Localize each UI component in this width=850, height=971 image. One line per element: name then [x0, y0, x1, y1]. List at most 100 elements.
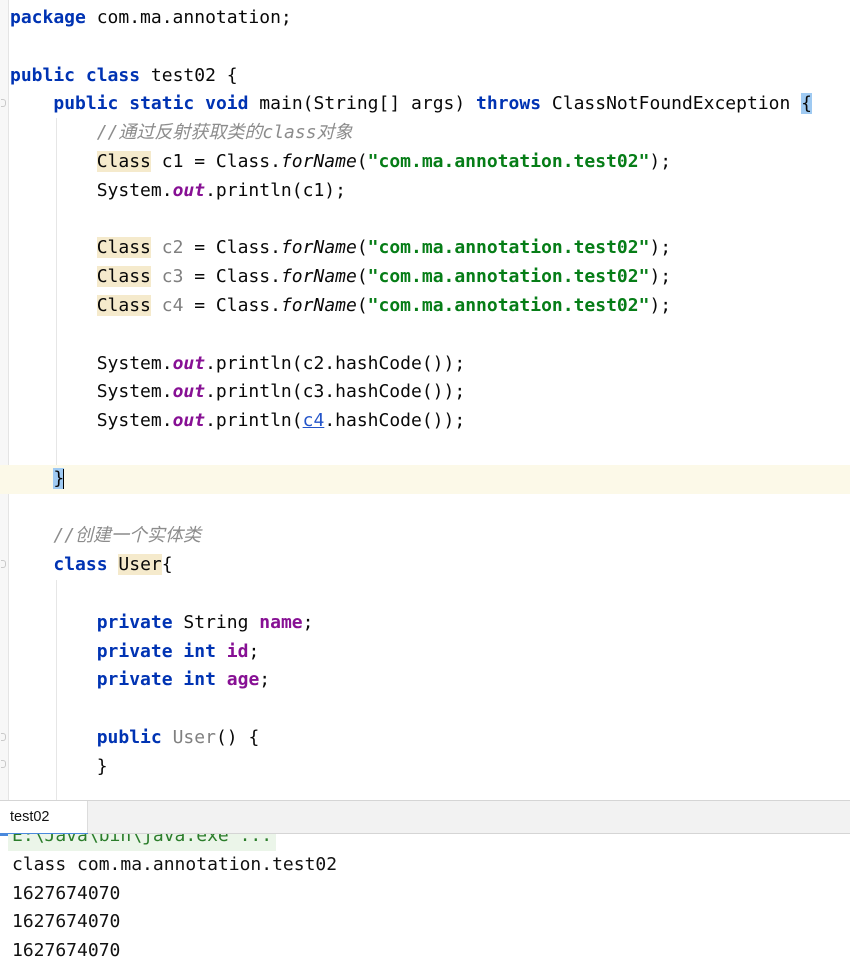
code-token: = Class.: [183, 266, 281, 288]
code-line[interactable]: [0, 321, 850, 350]
code-token: System.: [10, 410, 173, 432]
code-line[interactable]: [0, 206, 850, 235]
code-line[interactable]: }: [0, 753, 850, 782]
code-token: forName: [280, 151, 357, 172]
code-line[interactable]: System.out.println(c3.hashCode());: [0, 378, 850, 407]
code-token: c1 = Class.: [150, 151, 281, 172]
code-token: out: [172, 410, 206, 432]
code-token: test02 {: [140, 64, 238, 86]
code-line[interactable]: package com.ma.annotation;: [0, 4, 850, 33]
console-output-line: 1627674070: [12, 882, 121, 904]
code-token: class: [85, 64, 141, 86]
code-line[interactable]: }: [0, 464, 850, 494]
run-tab-test02[interactable]: test02: [0, 801, 88, 836]
console-output-line: 1627674070: [12, 940, 121, 962]
code-token: private: [96, 640, 173, 662]
code-line[interactable]: class User{: [0, 551, 850, 580]
code-token: "com.ma.annotation.test02": [367, 295, 650, 316]
code-line[interactable]: public static void main(String[] args) t…: [0, 90, 850, 119]
code-line-text: Class c2 = Class.forName("com.ma.annotat…: [10, 234, 671, 263]
code-line[interactable]: private int age;: [0, 666, 850, 695]
code-token: public: [96, 727, 162, 748]
code-token: Class: [96, 151, 151, 172]
code-line[interactable]: Class c1 = Class.forName("com.ma.annotat…: [0, 148, 850, 177]
code-line-text: }: [10, 753, 108, 782]
code-token: .println(c1);: [205, 179, 346, 201]
code-line[interactable]: System.out.println(c2.hashCode());: [0, 350, 850, 379]
code-token: System.: [10, 381, 173, 403]
code-line[interactable]: //通过反射获取类的class对象: [0, 119, 850, 148]
code-token: private: [96, 669, 173, 691]
run-tool-window: test02 E:\Java\bin\java.exe ... class com…: [0, 800, 850, 971]
code-line-text: System.out.println(c2.hashCode());: [10, 350, 465, 379]
code-token: c3: [161, 266, 184, 288]
code-token: .println(: [205, 410, 303, 432]
code-token: }: [10, 755, 108, 777]
code-line-text: private int id;: [10, 638, 260, 667]
code-token: ;: [248, 640, 260, 662]
code-line[interactable]: [0, 494, 850, 523]
code-line-text: //通过反射获取类的class对象: [10, 119, 353, 148]
code-token: class: [53, 554, 108, 576]
code-line[interactable]: private int id;: [0, 638, 850, 667]
code-line[interactable]: public class test02 {: [0, 62, 850, 91]
code-token: String: [172, 611, 260, 633]
code-token: "com.ma.annotation.test02": [367, 266, 650, 288]
code-token: forName: [280, 295, 357, 316]
code-token: "com.ma.annotation.test02": [367, 237, 650, 259]
code-line[interactable]: [0, 33, 850, 62]
code-line-text: private String name;: [10, 609, 314, 638]
code-token: Class: [96, 266, 151, 288]
code-token: {: [161, 554, 173, 576]
code-line-text: public class test02 {: [10, 62, 238, 91]
console-output-line: class com.ma.annotation.test02: [12, 853, 338, 875]
code-line[interactable]: [0, 580, 850, 609]
code-token: com.ma.annotation;: [85, 7, 292, 28]
code-line[interactable]: [0, 436, 850, 465]
code-token: throws: [476, 93, 542, 115]
code-token: User: [172, 727, 216, 748]
code-line[interactable]: System.out.println(c4.hashCode());: [0, 407, 850, 436]
code-token: id: [226, 640, 249, 662]
code-token: Class: [96, 295, 151, 316]
code-token: forName: [280, 237, 357, 259]
code-token: .println(c3.hashCode());: [205, 381, 466, 403]
code-token: (: [356, 151, 368, 172]
code-line[interactable]: Class c4 = Class.forName("com.ma.annotat…: [0, 292, 850, 321]
code-line-text: private int age;: [10, 666, 270, 695]
code-token: public: [53, 93, 119, 115]
code-line[interactable]: Class c2 = Class.forName("com.ma.annotat…: [0, 234, 850, 263]
code-line[interactable]: [0, 695, 850, 724]
code-line[interactable]: System.out.println(c1);: [0, 177, 850, 206]
code-token: System.: [10, 352, 173, 374]
code-line-text: Class c4 = Class.forName("com.ma.annotat…: [10, 292, 671, 321]
code-token: forName: [280, 266, 357, 288]
code-line[interactable]: Class c3 = Class.forName("com.ma.annotat…: [0, 263, 850, 292]
code-line-text: //创建一个实体类: [10, 522, 201, 551]
code-line[interactable]: //创建一个实体类: [0, 522, 850, 551]
console-output[interactable]: E:\Java\bin\java.exe ... class com.ma.ann…: [0, 834, 850, 971]
code-token: = Class.: [183, 237, 281, 259]
code-token: package: [10, 7, 86, 28]
code-editor[interactable]: package com.ma.annotation; public class t…: [0, 0, 850, 800]
code-token: .println(c2.hashCode());: [205, 352, 466, 374]
code-token: private: [96, 611, 173, 633]
code-token: void: [205, 93, 249, 115]
code-line[interactable]: public User() {: [0, 724, 850, 753]
code-token: name: [259, 611, 303, 633]
code-token: (: [356, 295, 368, 316]
code-token: );: [649, 151, 672, 172]
code-line[interactable]: private String name;: [0, 609, 850, 638]
